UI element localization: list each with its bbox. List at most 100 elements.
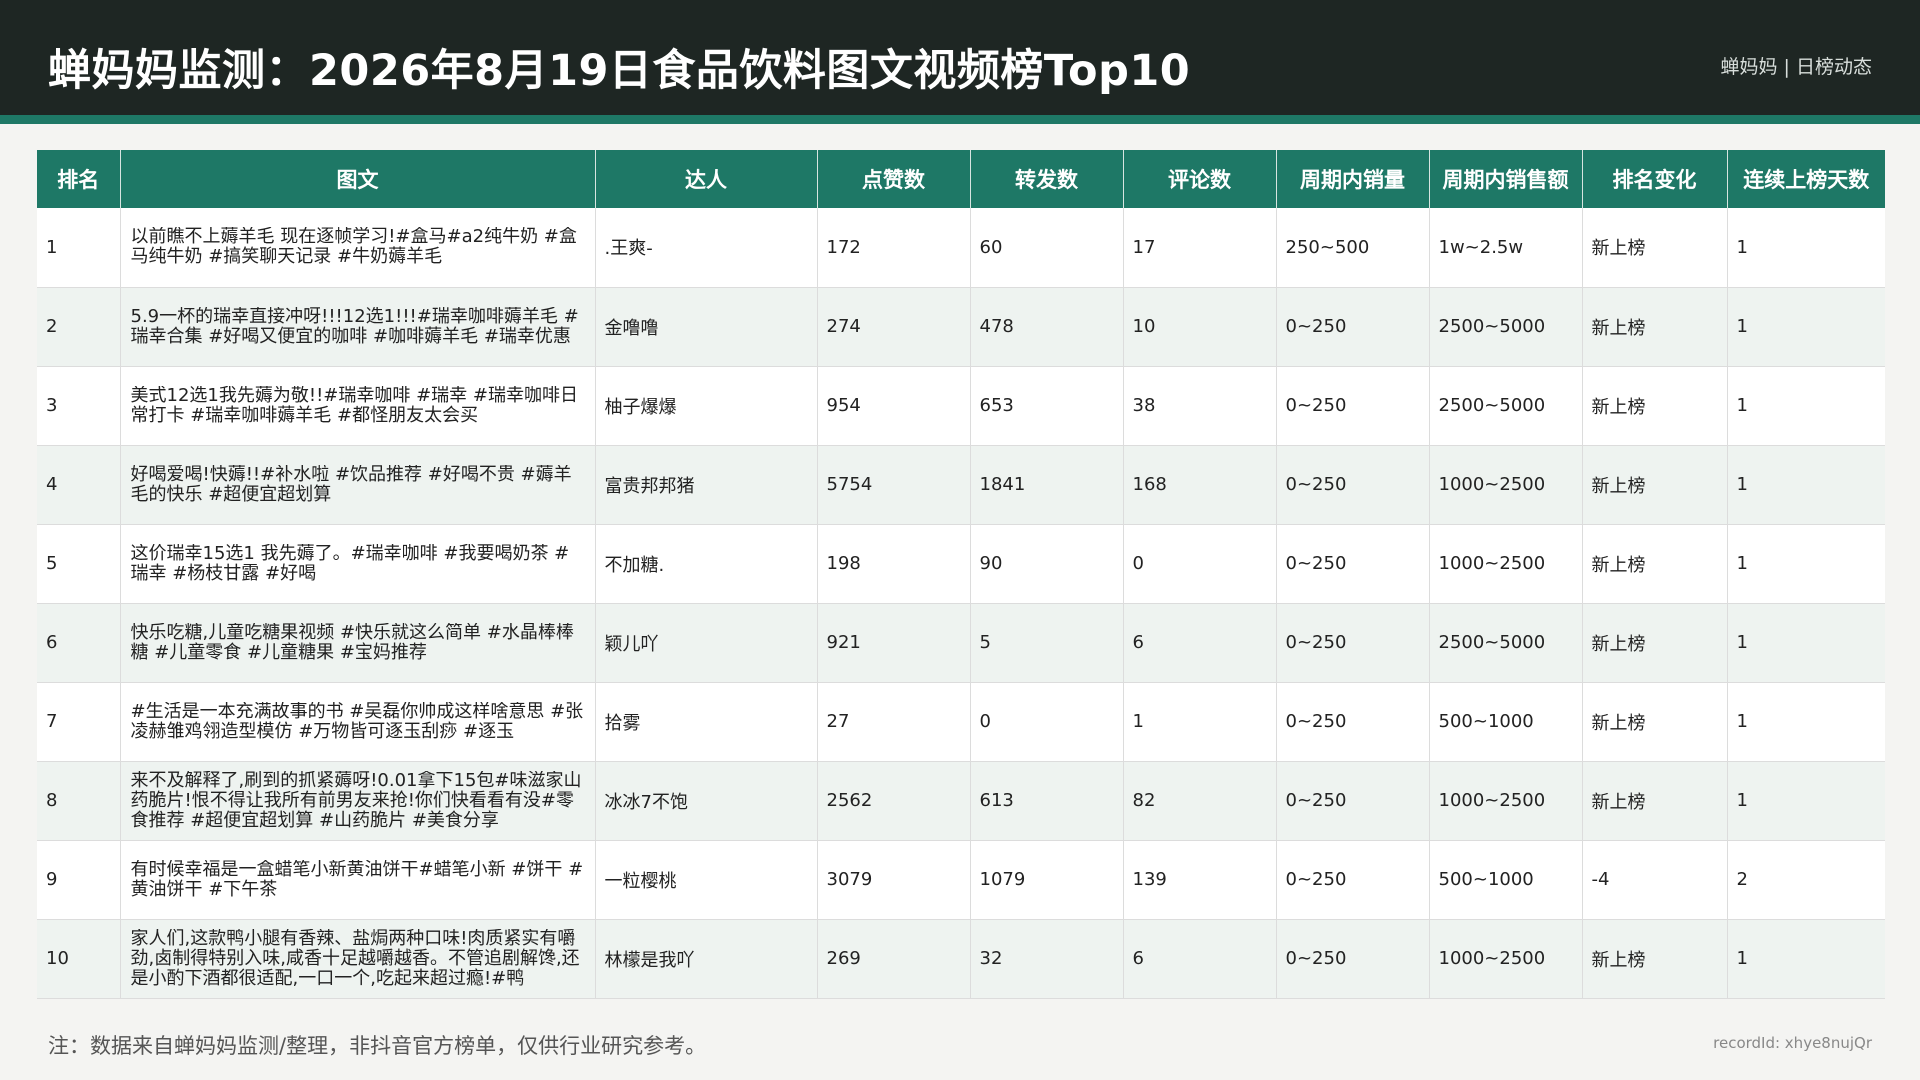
likes-cell: 954	[817, 366, 971, 446]
post-text: 有时候幸福是一盒蜡笔小新黄油饼干#蜡笔小新 #饼干 #黄油饼干 #下午茶	[130, 859, 584, 900]
column-header-sales-volume[interactable]: 周期内销量	[1276, 150, 1430, 208]
table-row[interactable]: 9 有时候幸福是一盒蜡笔小新黄油饼干#蜡笔小新 #饼干 #黄油饼干 #下午茶 一粒樱…	[37, 840, 1885, 920]
post-text-cell[interactable]: 美式12选1我先薅为敬!!#瑞幸咖啡 #瑞幸 #瑞幸咖啡日常打卡 #瑞幸咖啡薅羊…	[120, 366, 596, 446]
post-text-cell[interactable]: 来不及解释了,刷到的抓紧薅呀!0.01拿下15包#味滋家山药脆片!恨不得让我所有…	[120, 761, 596, 841]
likes-cell: 5754	[817, 445, 971, 525]
rank-cell: 9	[37, 840, 121, 920]
sales-volume-cell: 0~250	[1276, 287, 1430, 367]
comments-cell: 10	[1123, 287, 1277, 367]
table-header-row: 排名 图文 达人 点赞数 转发数 评论数 周期内销量 周期内销售额 排名变化 连…	[37, 150, 1885, 208]
creator-cell[interactable]: 颖儿吖	[595, 603, 818, 683]
column-header-likes[interactable]: 点赞数	[817, 150, 971, 208]
post-text-cell[interactable]: #生活是一本充满故事的书 #吴磊你帅成这样啥意思 #张凌赫雏鸡翎造型模仿 #万物…	[120, 682, 596, 762]
post-text-cell[interactable]: 快乐吃糖,儿童吃糖果视频 #快乐就这么简单 #水晶棒棒糖 #儿童零食 #儿童糖果…	[120, 603, 596, 683]
column-header-shares[interactable]: 转发数	[970, 150, 1124, 208]
post-text: 来不及解释了,刷到的抓紧薅呀!0.01拿下15包#味滋家山药脆片!恨不得让我所有…	[130, 770, 582, 831]
comments-cell: 17	[1123, 208, 1277, 288]
column-header-post[interactable]: 图文	[120, 150, 596, 208]
rank-cell: 4	[37, 445, 121, 525]
shares-cell: 0	[970, 682, 1124, 762]
sales-amount-cell: 2500~5000	[1429, 366, 1583, 446]
shares-cell: 5	[970, 603, 1124, 683]
consecutive-days-cell: 1	[1727, 287, 1885, 367]
footer-note: 注：数据来自蝉妈妈监测/整理，非抖音官方榜单，仅供行业研究参考。	[48, 1034, 707, 1058]
post-text: 以前瞧不上薅羊毛 现在逐帧学习!#盒马#a2纯牛奶 #盒马纯牛奶 #搞笑聊天记录…	[130, 227, 577, 268]
post-text: 5.9一杯的瑞幸直接冲呀!!!12选1!!!#瑞幸咖啡薅羊毛 #瑞幸合集 #好喝…	[130, 306, 579, 347]
comments-cell: 6	[1123, 919, 1277, 999]
creator-cell[interactable]: .王爽-	[595, 208, 818, 288]
rank-change-cell: 新上榜	[1582, 524, 1728, 604]
sales-amount-cell: 1w~2.5w	[1429, 208, 1583, 288]
post-text: 快乐吃糖,儿童吃糖果视频 #快乐就这么简单 #水晶棒棒糖 #儿童零食 #儿童糖果…	[130, 622, 574, 663]
shares-cell: 613	[970, 761, 1124, 841]
rank-cell: 10	[37, 919, 121, 999]
rank-change-cell: 新上榜	[1582, 761, 1728, 841]
rank-change-cell: 新上榜	[1582, 603, 1728, 683]
rank-cell: 6	[37, 603, 121, 683]
header-bar: 蝉妈妈监测：2026年8月19日食品饮料图文视频榜Top10 蝉妈妈 | 日榜动…	[0, 0, 1920, 115]
page-title: 蝉妈妈监测：2026年8月19日食品饮料图文视频榜Top10	[48, 46, 1191, 96]
consecutive-days-cell: 1	[1727, 366, 1885, 446]
shares-cell: 60	[970, 208, 1124, 288]
sales-amount-cell: 1000~2500	[1429, 524, 1583, 604]
post-text-cell[interactable]: 5.9一杯的瑞幸直接冲呀!!!12选1!!!#瑞幸咖啡薅羊毛 #瑞幸合集 #好喝…	[120, 287, 596, 367]
sales-volume-cell: 0~250	[1276, 366, 1430, 446]
sales-volume-cell: 0~250	[1276, 445, 1430, 525]
consecutive-days-cell: 1	[1727, 524, 1885, 604]
creator-cell[interactable]: 一粒樱桃	[595, 840, 818, 920]
post-text-cell[interactable]: 家人们,这款鸭小腿有香辣、盐焗两种口味!肉质紧实有嚼劲,卤制得特别入味,咸香十足…	[120, 919, 596, 999]
post-text-cell[interactable]: 这价瑞幸15选1 我先薅了。#瑞幸咖啡 #我要喝奶茶 #瑞幸 #杨枝甘露 #好喝	[120, 524, 596, 604]
post-text-cell[interactable]: 有时候幸福是一盒蜡笔小新黄油饼干#蜡笔小新 #饼干 #黄油饼干 #下午茶	[120, 840, 596, 920]
table-row[interactable]: 4 好喝爱喝!快薅!!#补水啦 #饮品推荐 #好喝不贵 #薅羊毛的快乐 #超便宜超…	[37, 445, 1885, 525]
post-text-cell[interactable]: 好喝爱喝!快薅!!#补水啦 #饮品推荐 #好喝不贵 #薅羊毛的快乐 #超便宜超划…	[120, 445, 596, 525]
table-row[interactable]: 6 快乐吃糖,儿童吃糖果视频 #快乐就这么简单 #水晶棒棒糖 #儿童零食 #儿童糖…	[37, 603, 1885, 683]
sales-amount-cell: 1000~2500	[1429, 761, 1583, 841]
table-row[interactable]: 2 5.9一杯的瑞幸直接冲呀!!!12选1!!!#瑞幸咖啡薅羊毛 #瑞幸合集 #好…	[37, 287, 1885, 367]
comments-cell: 139	[1123, 840, 1277, 920]
shares-cell: 32	[970, 919, 1124, 999]
table-row[interactable]: 8 来不及解释了,刷到的抓紧薅呀!0.01拿下15包#味滋家山药脆片!恨不得让我所…	[37, 761, 1885, 841]
creator-cell[interactable]: 柚子爆爆	[595, 366, 818, 446]
column-header-creator[interactable]: 达人	[595, 150, 818, 208]
sales-volume-cell: 0~250	[1276, 761, 1430, 841]
column-header-consecutive-days[interactable]: 连续上榜天数	[1727, 150, 1885, 208]
creator-cell[interactable]: 不加糖.	[595, 524, 818, 604]
column-header-rank-change[interactable]: 排名变化	[1582, 150, 1728, 208]
post-text-cell[interactable]: 以前瞧不上薅羊毛 现在逐帧学习!#盒马#a2纯牛奶 #盒马纯牛奶 #搞笑聊天记录…	[120, 208, 596, 288]
comments-cell: 0	[1123, 524, 1277, 604]
creator-cell[interactable]: 富贵邦邦猪	[595, 445, 818, 525]
table-row[interactable]: 7 #生活是一本充满故事的书 #吴磊你帅成这样啥意思 #张凌赫雏鸡翎造型模仿 #万…	[37, 682, 1885, 762]
consecutive-days-cell: 1	[1727, 761, 1885, 841]
comments-cell: 6	[1123, 603, 1277, 683]
sales-volume-cell: 0~250	[1276, 524, 1430, 604]
consecutive-days-cell: 1	[1727, 682, 1885, 762]
sales-volume-cell: 0~250	[1276, 840, 1430, 920]
likes-cell: 3079	[817, 840, 971, 920]
comments-cell: 82	[1123, 761, 1277, 841]
creator-cell[interactable]: 金噜噜	[595, 287, 818, 367]
post-text: 这价瑞幸15选1 我先薅了。#瑞幸咖啡 #我要喝奶茶 #瑞幸 #杨枝甘露 #好喝	[130, 543, 570, 584]
rank-change-cell: 新上榜	[1582, 287, 1728, 367]
table-row[interactable]: 1 以前瞧不上薅羊毛 现在逐帧学习!#盒马#a2纯牛奶 #盒马纯牛奶 #搞笑聊天记…	[37, 208, 1885, 288]
table-row[interactable]: 10 家人们,这款鸭小腿有香辣、盐焗两种口味!肉质紧实有嚼劲,卤制得特别入味,咸香…	[37, 919, 1885, 999]
creator-cell[interactable]: 拾雾	[595, 682, 818, 762]
likes-cell: 198	[817, 524, 971, 604]
column-header-comments[interactable]: 评论数	[1123, 150, 1277, 208]
rank-cell: 1	[37, 208, 121, 288]
shares-cell: 478	[970, 287, 1124, 367]
consecutive-days-cell: 1	[1727, 445, 1885, 525]
column-header-rank[interactable]: 排名	[37, 150, 121, 208]
sales-amount-cell: 1000~2500	[1429, 919, 1583, 999]
sales-volume-cell: 0~250	[1276, 603, 1430, 683]
creator-cell[interactable]: 林檬是我吖	[595, 919, 818, 999]
record-id: recordId: xhye8nujQr	[1713, 1034, 1872, 1052]
column-header-sales-amount[interactable]: 周期内销售额	[1429, 150, 1583, 208]
table-body: 1 以前瞧不上薅羊毛 现在逐帧学习!#盒马#a2纯牛奶 #盒马纯牛奶 #搞笑聊天记…	[37, 208, 1885, 999]
consecutive-days-cell: 2	[1727, 840, 1885, 920]
creator-cell[interactable]: 冰冰7不饱	[595, 761, 818, 841]
table-row[interactable]: 3 美式12选1我先薅为敬!!#瑞幸咖啡 #瑞幸 #瑞幸咖啡日常打卡 #瑞幸咖啡薅…	[37, 366, 1885, 446]
post-text: 家人们,这款鸭小腿有香辣、盐焗两种口味!肉质紧实有嚼劲,卤制得特别入味,咸香十足…	[130, 928, 580, 989]
ranking-table-container: 排名 图文 达人 点赞数 转发数 评论数 周期内销量 周期内销售额 排名变化 连…	[37, 150, 1885, 999]
rank-change-cell: 新上榜	[1582, 366, 1728, 446]
table-row[interactable]: 5 这价瑞幸15选1 我先薅了。#瑞幸咖啡 #我要喝奶茶 #瑞幸 #杨枝甘露 #好…	[37, 524, 1885, 604]
